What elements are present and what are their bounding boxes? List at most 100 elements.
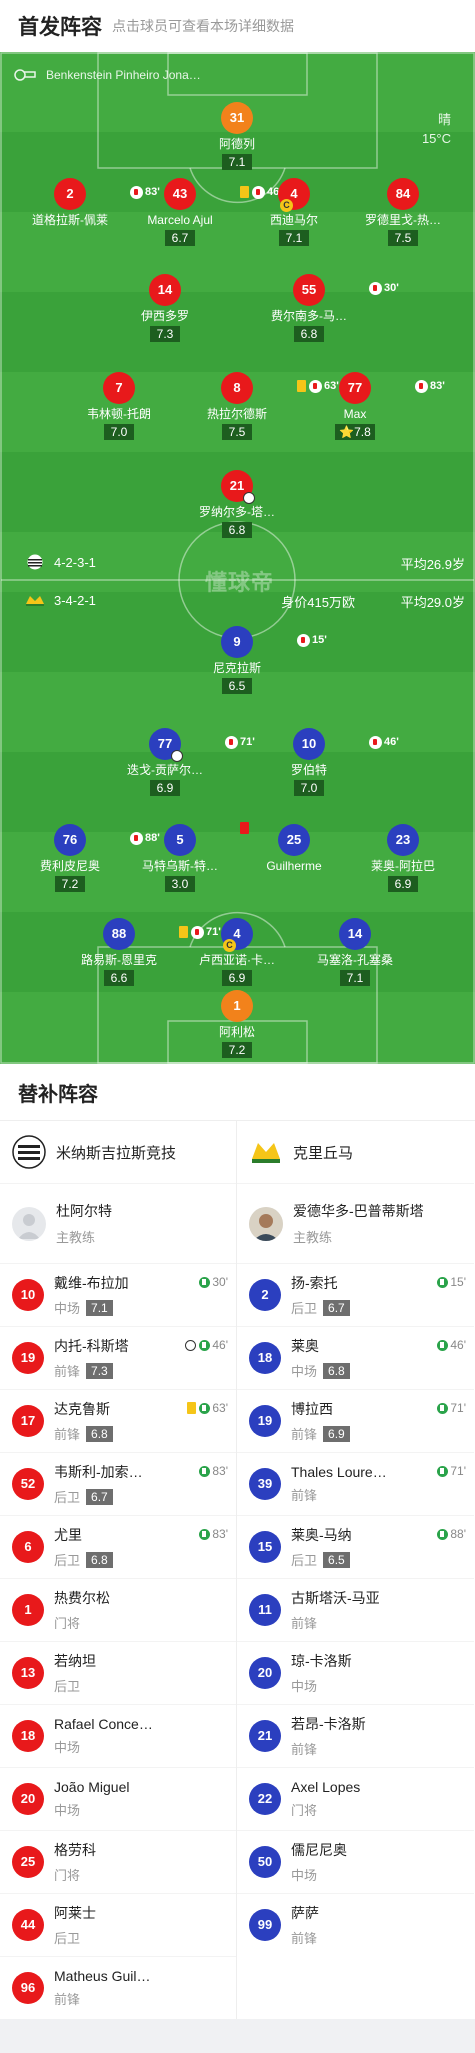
player-rating: 6.8 [323,1362,350,1379]
player-rating: 7.2 [55,876,85,892]
player-number: 50 [249,1846,281,1878]
player-position: 后卫 [54,1679,81,1694]
player-position: 中场 [54,1740,81,1755]
home-player[interactable]: 55 30' 费尔南多-马… 6.8 [249,274,399,343]
bench-player-row[interactable]: 96 Matheus Guil… 前锋 [0,1956,236,2019]
home-team-header[interactable]: 米纳斯吉拉斯竞技 [0,1121,236,1183]
bench-player-row[interactable]: 10 戴维-布拉加 中场 7.1 30' [0,1263,236,1326]
away-player[interactable]: 1 阿利松 7.2 [177,990,297,1059]
bench-player-row[interactable]: 22 Axel Lopes 门将 [237,1767,474,1830]
bench-player-row[interactable]: 50 儒尼尼奥 中场 [237,1830,474,1893]
player-name: 莱奥 [291,1338,319,1354]
bench-player-row[interactable]: 13 若纳坦 后卫 [0,1641,236,1704]
avatar [12,1206,46,1241]
bench-player-row[interactable]: 11 古斯塔沃-马亚 前锋 [237,1578,474,1641]
away-team-logo-icon [26,596,44,606]
player-number: 5 [164,822,249,856]
player-name: 萨萨 [291,1905,319,1921]
bench-player-row[interactable]: 6 尤里 后卫 6.8 83' [0,1515,236,1578]
player-name: 迭戈-贡萨尔… [127,763,203,777]
away-team-header[interactable]: 克里丘马 [237,1121,474,1183]
home-coach[interactable]: 杜阿尔特 主教练 [0,1183,236,1263]
home-player[interactable]: 43 46' Marcelo Ajul 6.7 [120,178,282,247]
bench-player-row[interactable]: 99 萨萨 前锋 [237,1893,474,1956]
home-player[interactable]: 7 韦林顿-托朗 7.0 [59,372,179,441]
bench-player-row[interactable]: 44 阿莱士 后卫 [0,1893,236,1956]
player-rating: 7.0 [294,780,324,796]
avatar [249,1206,283,1241]
player-name: 阿德列 [218,137,255,151]
player-rating: 6.6 [104,970,134,986]
referee-name: Benkenstein Pinheiro Jona… [46,68,201,82]
bench-player-row[interactable]: 52 韦斯利-加索… 后卫 6.7 83' [0,1452,236,1515]
yellow-card-icon [187,1402,197,1414]
player-name: Axel Lopes [291,1779,361,1795]
player-name: 韦斯利-加索… [54,1464,143,1480]
player-position: 后卫 6.8 [54,1550,113,1569]
bench-player-row[interactable]: 39 Thales Loure… 前锋 71' [237,1452,474,1515]
bench-player-row[interactable]: 20 琼-卡洛斯 中场 [237,1641,474,1704]
home-player[interactable]: 4C 西迪马尔 7.1 [234,178,354,247]
bench-player-row[interactable]: 19 博拉西 前锋 6.9 71' [237,1389,474,1452]
player-name: Max [343,407,367,421]
pitch-logo: 懂球帝 [205,570,275,595]
player-rating: 7.2 [222,1042,252,1058]
player-number: 1 [221,990,253,1022]
player-name: 罗伯特 [290,763,327,777]
bench-player-row[interactable]: 20 João Miguel 中场 [0,1767,236,1830]
home-player[interactable]: 31 阿德列 7.1 [177,102,297,171]
player-position: 后卫 6.7 [54,1487,143,1506]
bench-player-row[interactable]: 2 扬-索托 后卫 6.7 15' [237,1263,474,1326]
away-coach[interactable]: 爱德华多-巴普蒂斯塔 主教练 [237,1183,474,1263]
home-player[interactable]: 2 83' 道格拉斯-佩莱 [10,178,160,228]
player-position: 前锋 7.3 [54,1361,129,1380]
sub-event: 15' [297,624,327,656]
bench-player-row[interactable]: 1 热费尔松 门将 [0,1578,236,1641]
away-player[interactable]: 10 46' 罗伯特 7.0 [249,728,399,797]
away-player[interactable]: 9 15' 尼克拉斯 6.5 [177,626,327,695]
home-player[interactable]: 8 63' 热拉尔德斯 7.5 [177,372,339,441]
home-player[interactable]: 84 罗德里戈-热… 7.5 [343,178,463,247]
away-player[interactable]: 77 71' 迭戈-贡萨尔… 6.9 [105,728,255,797]
player-rating: 7.5 [222,424,252,440]
bench-player-row[interactable]: 25 格劳科 门将 [0,1830,236,1893]
player-rating: 6.9 [323,1425,350,1442]
player-rating: 6.8 [86,1425,113,1442]
player-position: 前锋 [54,1992,81,2007]
home-player[interactable]: 77 83' Max ⭐7.8 [295,372,445,441]
player-rating: 7.3 [86,1362,113,1379]
player-position: 中场 [54,1803,81,1818]
player-name: 韦林顿-托朗 [87,407,151,421]
player-number: 17 [12,1405,44,1437]
player-name: Thales Loure… [291,1464,387,1480]
bench-player-row[interactable]: 15 莱奥-马纳 后卫 6.5 88' [237,1515,474,1578]
away-player[interactable]: 14 马塞洛-孔塞桑 7.1 [295,918,415,987]
bench-player-row[interactable]: 17 达克鲁斯 前锋 6.8 63' [0,1389,236,1452]
player-number: 39 [249,1468,281,1500]
sub-on-icon [199,1402,211,1414]
home-player[interactable]: 14 伊西多罗 7.3 [105,274,225,343]
player-rating: 6.8 [222,522,252,538]
sub-event: 63' [187,1401,228,1415]
player-rating: 6.5 [222,678,252,694]
bench-player-row[interactable]: 21 若昂-卡洛斯 前锋 [237,1704,474,1767]
away-player[interactable]: 88 71' 路易斯-恩里克 6.6 [59,918,221,987]
bench-player-row[interactable]: 18 莱奥 中场 6.8 46' [237,1326,474,1389]
home-team-logo-icon [27,554,43,570]
player-number: 52 [12,1468,44,1500]
player-rating: 6.7 [165,230,195,246]
away-player[interactable]: 25 Guilherme [234,824,354,874]
bench-player-row[interactable]: 18 Rafael Conce… 中场 [0,1704,236,1767]
bench-player-row[interactable]: 19 内托-科斯塔 前锋 7.3 46' [0,1326,236,1389]
away-player[interactable]: 76 88' 费利皮尼奥 7.2 [10,824,160,893]
player-number: 20 [249,1657,281,1689]
player-position: 门将 [54,1868,81,1883]
home-player[interactable]: 21 罗纳尔多-塔… 6.8 [177,470,297,539]
away-player[interactable]: 23 莱奥-阿拉巴 6.9 [343,824,463,893]
away-player[interactable]: 4C 卢西亚诺·卡… 6.9 [177,918,297,987]
player-rating: 6.7 [86,1488,113,1505]
player-name: Matheus Guil… [54,1968,151,1984]
player-name: Guilherme [266,859,322,873]
away-player[interactable]: 5 马特乌斯-特… 3.0 [120,822,249,893]
player-number: 11 [249,1594,281,1626]
